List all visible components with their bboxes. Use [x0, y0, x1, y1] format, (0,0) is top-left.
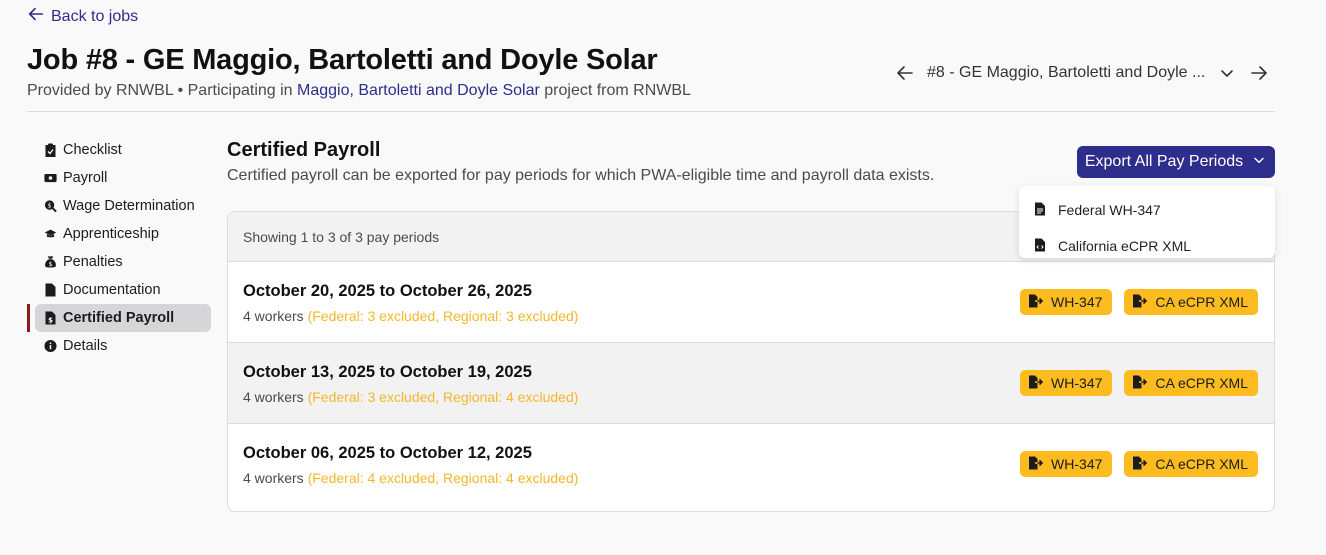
worker-count: 4 workers [243, 470, 304, 486]
row-actions: WH-347 CA eCPR XML [1020, 289, 1258, 315]
worker-count: 4 workers [243, 389, 304, 405]
file-export-icon [1132, 456, 1148, 473]
section-title: Certified Payroll [227, 139, 381, 161]
sidebar-item-details[interactable]: Details [27, 332, 211, 360]
clipboard-check-icon [44, 143, 57, 157]
header-divider [27, 111, 1275, 112]
project-suffix-text: project from RNWBL [539, 82, 691, 99]
file-export-icon [1132, 375, 1148, 392]
export-wh347-label: WH-347 [1051, 375, 1103, 391]
file-export-icon [1132, 294, 1148, 311]
export-ca-ecpr-button[interactable]: CA eCPR XML [1124, 451, 1258, 477]
export-option-label: California eCPR XML [1058, 238, 1192, 254]
section-description: Certified payroll can be exported for pa… [227, 167, 935, 184]
export-option-federal-wh347[interactable]: Federal WH-347 [1019, 192, 1275, 228]
export-all-pay-periods-button[interactable]: Export All Pay Periods [1077, 146, 1275, 178]
export-button-label: Export All Pay Periods [1084, 153, 1244, 170]
sidebar-item-label: Penalties [63, 254, 123, 270]
worker-count: 4 workers [243, 308, 304, 324]
export-wh347-button[interactable]: WH-347 [1020, 370, 1113, 396]
row-actions: WH-347 CA eCPR XML [1020, 451, 1258, 477]
export-option-label: Federal WH-347 [1058, 202, 1161, 218]
table-row: October 06, 2025 to October 12, 2025 4 w… [228, 424, 1274, 505]
excluded-counts: (Federal: 3 excluded, Regional: 3 exclud… [307, 308, 579, 324]
file-code-icon [1034, 238, 1046, 255]
export-ca-ecpr-button[interactable]: CA eCPR XML [1124, 370, 1258, 396]
provided-by-text: Provided by RNWBL • Participating in [27, 82, 298, 99]
search-dollar-icon: $ [44, 199, 57, 213]
file-export-icon [1028, 294, 1044, 311]
svg-text:$: $ [48, 201, 52, 209]
sidebar-item-label: Details [63, 338, 108, 354]
sidebar-item-label: Apprenticeship [63, 226, 159, 242]
export-ca-ecpr-label: CA eCPR XML [1155, 294, 1248, 310]
pay-period-meta: 4 workers (Federal: 3 excluded, Regional… [243, 308, 578, 324]
export-ca-ecpr-label: CA eCPR XML [1155, 456, 1248, 472]
info-circle-icon [44, 339, 57, 353]
job-select[interactable]: #8 - GE Maggio, Bartoletti and Doyle ... [927, 63, 1237, 83]
job-select-value: #8 - GE Maggio, Bartoletti and Doyle ... [927, 64, 1206, 81]
job-navigator: #8 - GE Maggio, Bartoletti and Doyle ... [895, 62, 1269, 84]
sidebar-item-payroll[interactable]: Payroll [27, 164, 211, 192]
table-row: October 13, 2025 to October 19, 2025 4 w… [228, 343, 1274, 424]
sidebar-item-label: Checklist [63, 142, 122, 158]
export-wh347-label: WH-347 [1051, 294, 1103, 310]
sidebar-item-label: Payroll [63, 170, 108, 186]
sidebar-item-label: Wage Determination [63, 198, 195, 214]
sidebar-item-certified-payroll[interactable]: $ Certified Payroll [27, 304, 211, 332]
svg-text:$: $ [48, 317, 53, 325]
pay-period-meta: 4 workers (Federal: 4 excluded, Regional… [243, 470, 578, 486]
pay-period-meta: 4 workers (Federal: 3 excluded, Regional… [243, 389, 578, 405]
money-bill-icon [44, 171, 57, 185]
chevron-down-icon [1217, 63, 1237, 83]
export-ca-ecpr-label: CA eCPR XML [1155, 375, 1248, 391]
export-wh347-label: WH-347 [1051, 456, 1103, 472]
sidebar-item-label: Certified Payroll [63, 310, 175, 326]
excluded-counts: (Federal: 4 excluded, Regional: 4 exclud… [307, 470, 579, 486]
back-to-jobs-link[interactable]: Back to jobs [27, 5, 138, 28]
export-wh347-button[interactable]: WH-347 [1020, 451, 1113, 477]
sidebar-item-documentation[interactable]: Documentation [27, 276, 211, 304]
export-wh347-button[interactable]: WH-347 [1020, 289, 1113, 315]
pay-period-range: October 20, 2025 to October 26, 2025 [243, 282, 532, 300]
excluded-counts: (Federal: 3 excluded, Regional: 4 exclud… [307, 389, 579, 405]
export-ca-ecpr-button[interactable]: CA eCPR XML [1124, 289, 1258, 315]
pay-period-range: October 13, 2025 to October 19, 2025 [243, 363, 532, 381]
svg-text:$: $ [49, 261, 53, 268]
export-option-california-ecpr[interactable]: California eCPR XML [1019, 228, 1275, 264]
arrow-left-icon [27, 5, 45, 28]
sidebar-item-penalties[interactable]: $ Penalties [27, 248, 211, 276]
export-dropdown-menu: Federal WH-347 California eCPR XML [1019, 186, 1275, 258]
file-export-icon [1028, 456, 1044, 473]
page-title: Job #8 - GE Maggio, Bartoletti and Doyle… [27, 44, 658, 76]
sidebar-item-checklist[interactable]: Checklist [27, 136, 211, 164]
job-subtitle: Provided by RNWBL • Participating in Mag… [27, 82, 691, 100]
graduation-cap-icon [44, 227, 57, 241]
pay-period-range: October 06, 2025 to October 12, 2025 [243, 444, 532, 462]
chevron-down-icon [1251, 152, 1267, 173]
project-link[interactable]: Maggio, Bartoletti and Doyle Solar [297, 82, 540, 99]
next-job-arrow-icon[interactable] [1249, 63, 1269, 83]
file-export-icon [1028, 375, 1044, 392]
row-actions: WH-347 CA eCPR XML [1020, 370, 1258, 396]
file-icon [44, 283, 57, 297]
sidebar-item-label: Documentation [63, 282, 161, 298]
back-to-jobs-label: Back to jobs [51, 7, 139, 25]
job-sidebar: Checklist Payroll $ Wage Determination A… [27, 136, 211, 360]
money-bag-icon: $ [44, 255, 57, 269]
file-lines-icon [1034, 202, 1046, 219]
sidebar-item-wage-determination[interactable]: $ Wage Determination [27, 192, 211, 220]
sidebar-item-apprenticeship[interactable]: Apprenticeship [27, 220, 211, 248]
previous-job-arrow-icon[interactable] [895, 63, 915, 83]
table-row: October 20, 2025 to October 26, 2025 4 w… [228, 262, 1274, 343]
file-invoice-dollar-icon: $ [44, 311, 57, 325]
